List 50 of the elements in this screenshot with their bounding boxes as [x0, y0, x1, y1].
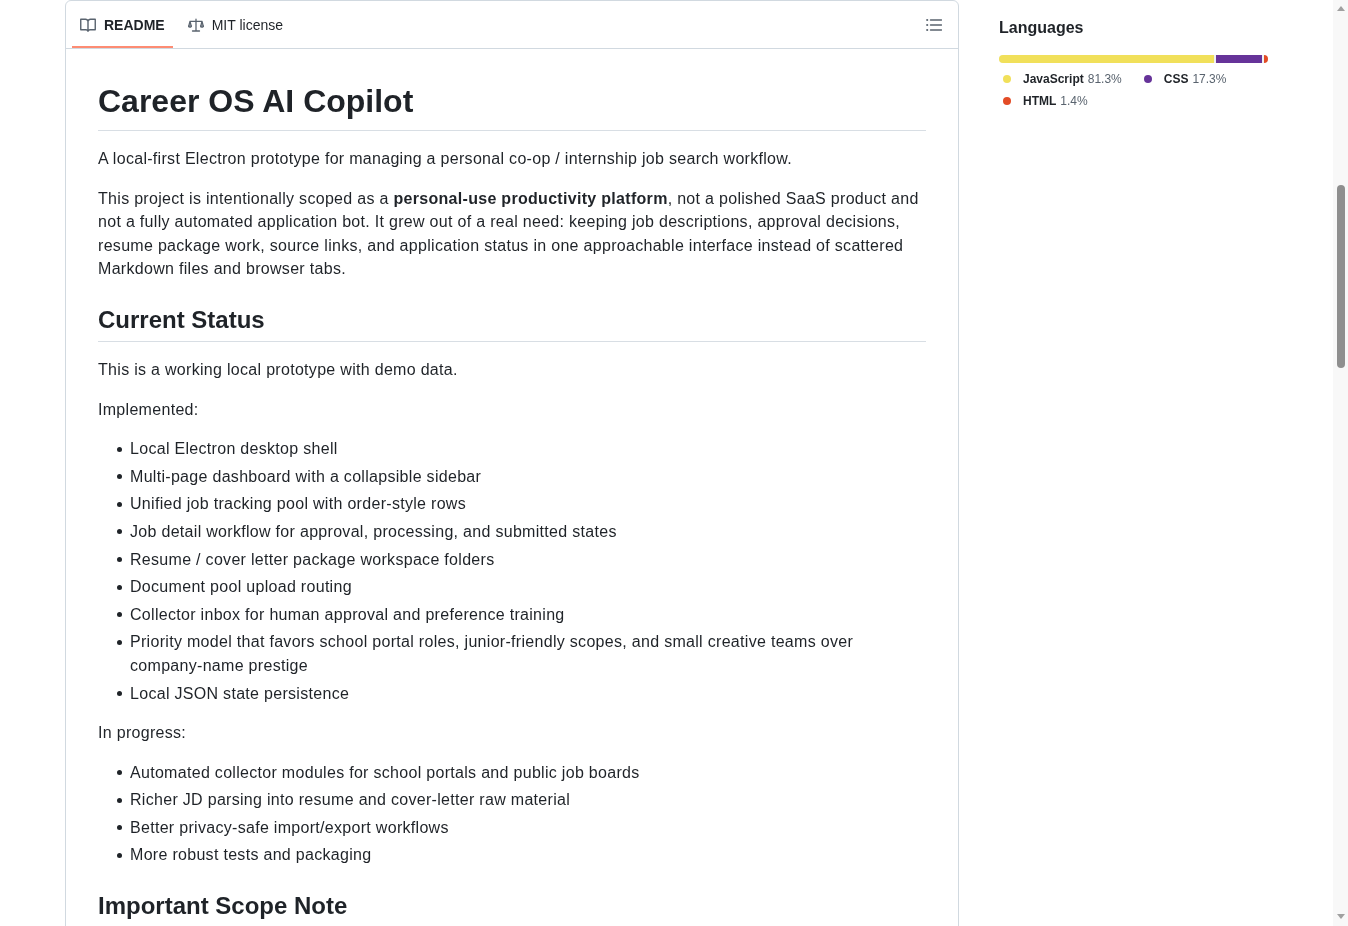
paragraph: In progress:	[98, 723, 188, 744]
scrollbar[interactable]	[1333, 0, 1348, 926]
bullet-icon	[117, 797, 122, 803]
bullet-icon	[117, 557, 122, 563]
paragraph: This is a working local prototype with demo data.	[98, 359, 459, 380]
scrollbar-thumb[interactable]	[1336, 185, 1345, 368]
paragraph: Implemented:	[98, 399, 200, 420]
list-item: Resume / cover letter package workspace folders	[130, 549, 495, 570]
language-name[interactable]: HTML	[1023, 92, 1057, 110]
list-icon	[926, 17, 942, 32]
list-item: Job detail workflow for approval, processing, and submitted states	[130, 521, 617, 542]
section-heading: Important Scope Note	[98, 891, 926, 926]
bullet-icon	[117, 529, 122, 535]
list-item: More robust tests and packaging	[130, 845, 372, 866]
language-name[interactable]: CSS	[1163, 70, 1189, 88]
scroll-down-icon[interactable]	[1336, 914, 1345, 919]
bullet-icon	[117, 501, 122, 507]
language-percent: 17.3%	[1192, 71, 1227, 88]
tab[interactable]: README	[72, 1, 173, 48]
list-item: Local JSON state persistence	[130, 683, 350, 704]
readme-title: Career OS AI Copilot	[98, 81, 926, 131]
list-item: Priority model that favors school portal roles, junior-friendly scopes, and small creative teams over company-name prestige	[130, 632, 855, 676]
bullet-icon	[117, 770, 122, 776]
list-item: Richer JD parsing into resume and cover-letter raw material	[130, 790, 571, 811]
bullet-icon	[117, 825, 122, 831]
language-percent: 81.3%	[1087, 71, 1122, 88]
list-item: Local Electron desktop shell	[130, 439, 338, 460]
list-item: Unified job tracking pool with order-style rows	[130, 494, 466, 515]
paragraph: A local-first Electron prototype for managing a personal co-op / internship job search workflow.	[98, 149, 794, 169]
list-item: Collector inbox for human approval and preference training	[130, 604, 565, 625]
language-percent: 1.4%	[1060, 93, 1088, 110]
list-item: Automated collector modules for school portals and public job boards	[130, 762, 640, 783]
bullet-icon	[117, 691, 122, 696]
section-heading: Current Status	[98, 304, 926, 342]
bullet-icon	[117, 852, 122, 858]
book-icon	[80, 17, 96, 32]
language-name[interactable]: JavaScript	[1023, 70, 1084, 88]
bullet-icon	[117, 612, 122, 618]
list-item: Document pool upload routing	[130, 577, 352, 598]
list-item: Multi-page dashboard with a collapsible sidebar	[130, 466, 482, 487]
paragraph: This project is intentionally scoped as a personal-use productivity platform, not a polished SaaS product and not a fully automated application bot. It grew out of a real need: keeping job descriptions, approval decisions, resume package work, source links, and application status in one approachable interface instead of scattered Markdown files and browser tabs.	[98, 188, 920, 280]
scale-icon	[187, 17, 204, 32]
bullet-icon	[117, 639, 122, 645]
list-item: Better privacy-safe import/export workflows	[130, 817, 449, 838]
scroll-up-icon[interactable]	[1336, 6, 1345, 11]
bullet-icon	[117, 474, 122, 480]
languages-heading: Languages	[999, 18, 1085, 38]
bullet-icon	[117, 446, 122, 452]
tab[interactable]: MIT license	[179, 1, 291, 48]
bullet-icon	[117, 584, 122, 590]
